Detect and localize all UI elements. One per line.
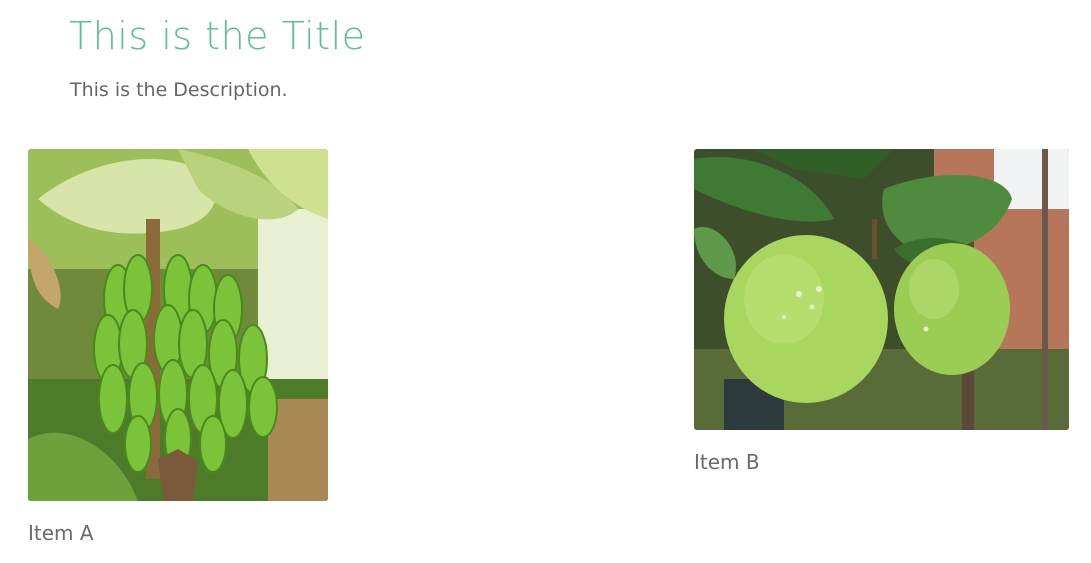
page: This is the Title This is the Descriptio… [0, 0, 1091, 563]
item-a-image[interactable] [28, 149, 328, 501]
item-b-image[interactable] [694, 149, 1069, 430]
item-a-label[interactable]: Item A [28, 521, 94, 545]
page-description: This is the Description. [70, 79, 288, 101]
page-title: This is the Title [69, 14, 366, 58]
item-b-label[interactable]: Item B [694, 450, 760, 474]
